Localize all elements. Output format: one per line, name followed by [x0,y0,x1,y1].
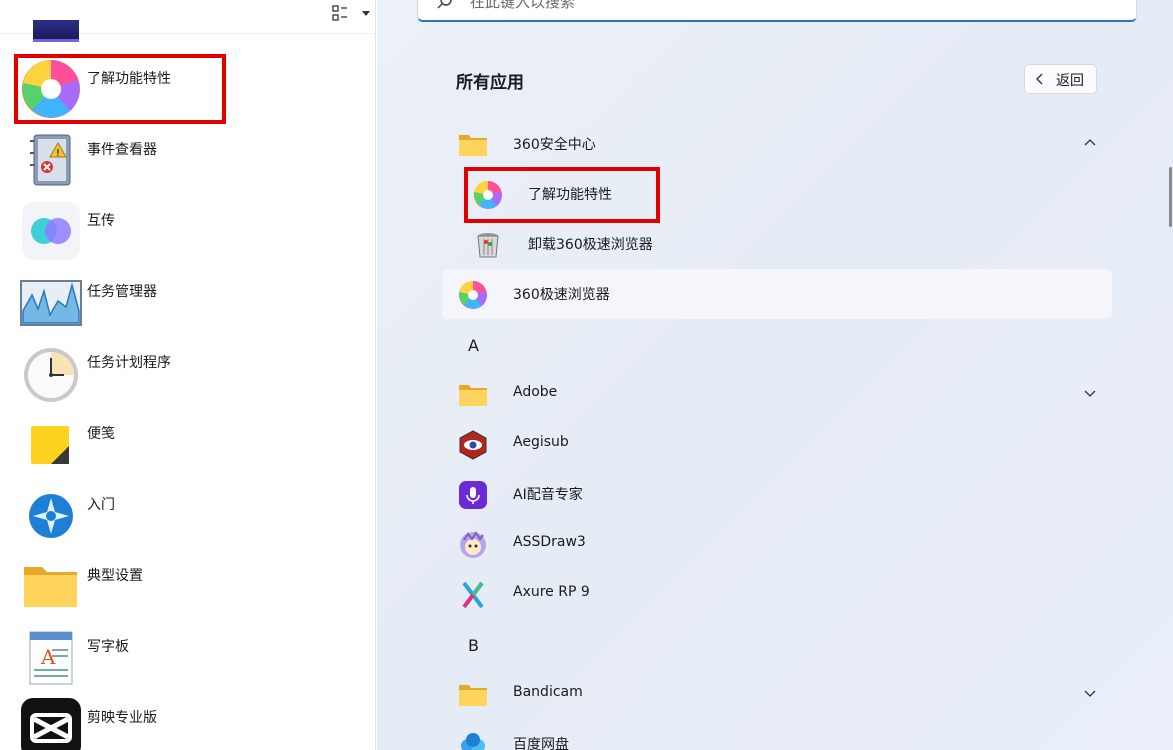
left-item-event-viewer[interactable]: ! 事件查看器 [20,129,360,193]
360-browser-icon [458,280,487,309]
view-options-icon[interactable] [331,4,349,22]
chevron-up-icon[interactable] [1084,138,1096,148]
app-item-label: Axure RP 9 [513,584,590,600]
chevron-left-icon [1036,73,1043,85]
app-item-uninstall-360[interactable]: 卸载360极速浏览器 [457,219,1112,269]
axure-icon [462,581,484,609]
app-item-label: Aegisub [513,434,569,450]
left-item-label: 便笺 [87,426,115,442]
start-menu-all-apps: 在此键入以搜索 所有应用 返回 360安全中心 了解功能特性 卸载360极速浏览… [377,0,1173,750]
left-item-get-started[interactable]: 入门 [20,484,360,548]
task-manager-icon [20,280,82,326]
left-item-task-scheduler[interactable]: 任务计划程序 [20,342,360,406]
svg-text:!: ! [56,148,60,159]
app-item-label: 百度网盘 [513,737,569,750]
file-explorer-panel: 了解功能特性 ! 事件查看器 互传 任务管理器 任务计划程序 便笺 入门 典型设… [0,0,376,750]
app-group-bandicam[interactable]: Bandicam [442,669,1112,719]
app-group-label: Adobe [513,384,558,400]
transfer-icon [22,202,80,260]
get-started-icon [29,494,73,538]
aegisub-icon [459,430,487,460]
view-dropdown-icon[interactable] [362,11,370,16]
page-title: 所有应用 [456,73,524,93]
baidu-netdisk-icon [461,733,485,750]
back-button-label: 返回 [1056,73,1084,89]
left-item-sticky-notes[interactable]: 便笺 [20,413,360,477]
app-item-360-browser[interactable]: 360极速浏览器 [442,269,1112,319]
left-item-label: 入门 [87,497,115,513]
app-item-label: 卸载360极速浏览器 [528,237,653,253]
left-item-task-manager[interactable]: 任务管理器 [20,271,360,335]
app-item-axure[interactable]: Axure RP 9 [442,569,1112,619]
capcut-icon [21,698,81,750]
left-item-typical-settings[interactable]: 典型设置 [20,555,360,619]
app-group-label: Bandicam [513,684,583,700]
assdraw-icon [460,531,486,558]
left-item-label: 任务计划程序 [87,355,171,371]
chevron-down-icon[interactable] [1084,688,1096,698]
folder-icon [459,685,487,706]
left-item-capcut[interactable]: 剪映专业版 [20,697,360,750]
left-item-label: 任务管理器 [87,284,157,300]
app-item-label: ASSDraw3 [513,534,586,550]
app-item-ai-dubbing[interactable]: AI配音专家 [442,469,1112,519]
sticky-notes-icon [31,426,69,464]
event-viewer-icon: ! [30,134,71,186]
search-placeholder: 在此键入以搜索 [470,0,576,11]
folder-icon [24,567,77,607]
app-item-label: AI配音专家 [513,487,583,503]
left-item-label: 互传 [87,213,115,229]
left-item-label: 典型设置 [87,568,143,584]
app-item-assdraw3[interactable]: ASSDraw3 [442,519,1112,569]
app-group-adobe[interactable]: Adobe [442,369,1112,419]
app-item-aegisub[interactable]: Aegisub [442,419,1112,469]
folder-icon [459,135,487,156]
annotation-highlight-box [14,54,226,124]
letter-header-b[interactable]: B [468,636,479,655]
uninstall-icon [477,233,499,258]
clock-icon [24,348,78,402]
partial-app-icon [33,20,79,42]
left-item-wordpad[interactable]: A 写字板 [20,626,360,690]
left-item-label: 剪映专业版 [87,710,157,726]
scrollbar-thumb[interactable] [1169,167,1172,227]
left-item-transfer[interactable]: 互传 [20,200,360,264]
folder-icon [459,385,487,406]
microphone-icon [459,481,487,509]
letter-header-a[interactable]: A [468,336,479,355]
annotation-highlight-box [464,167,660,223]
app-item-baidu-netdisk[interactable]: 百度网盘 [442,719,1112,750]
search-icon [437,0,452,9]
left-item-label: 写字板 [87,639,129,655]
back-button[interactable]: 返回 [1024,64,1097,94]
app-group-label: 360安全中心 [513,137,596,153]
app-group-360-security[interactable]: 360安全中心 [442,119,1112,169]
wordpad-icon: A [29,631,73,685]
search-input[interactable]: 在此键入以搜索 [417,0,1137,22]
left-item-label: 事件查看器 [87,142,157,158]
chevron-down-icon[interactable] [1084,388,1096,398]
app-item-label: 360极速浏览器 [513,287,610,303]
